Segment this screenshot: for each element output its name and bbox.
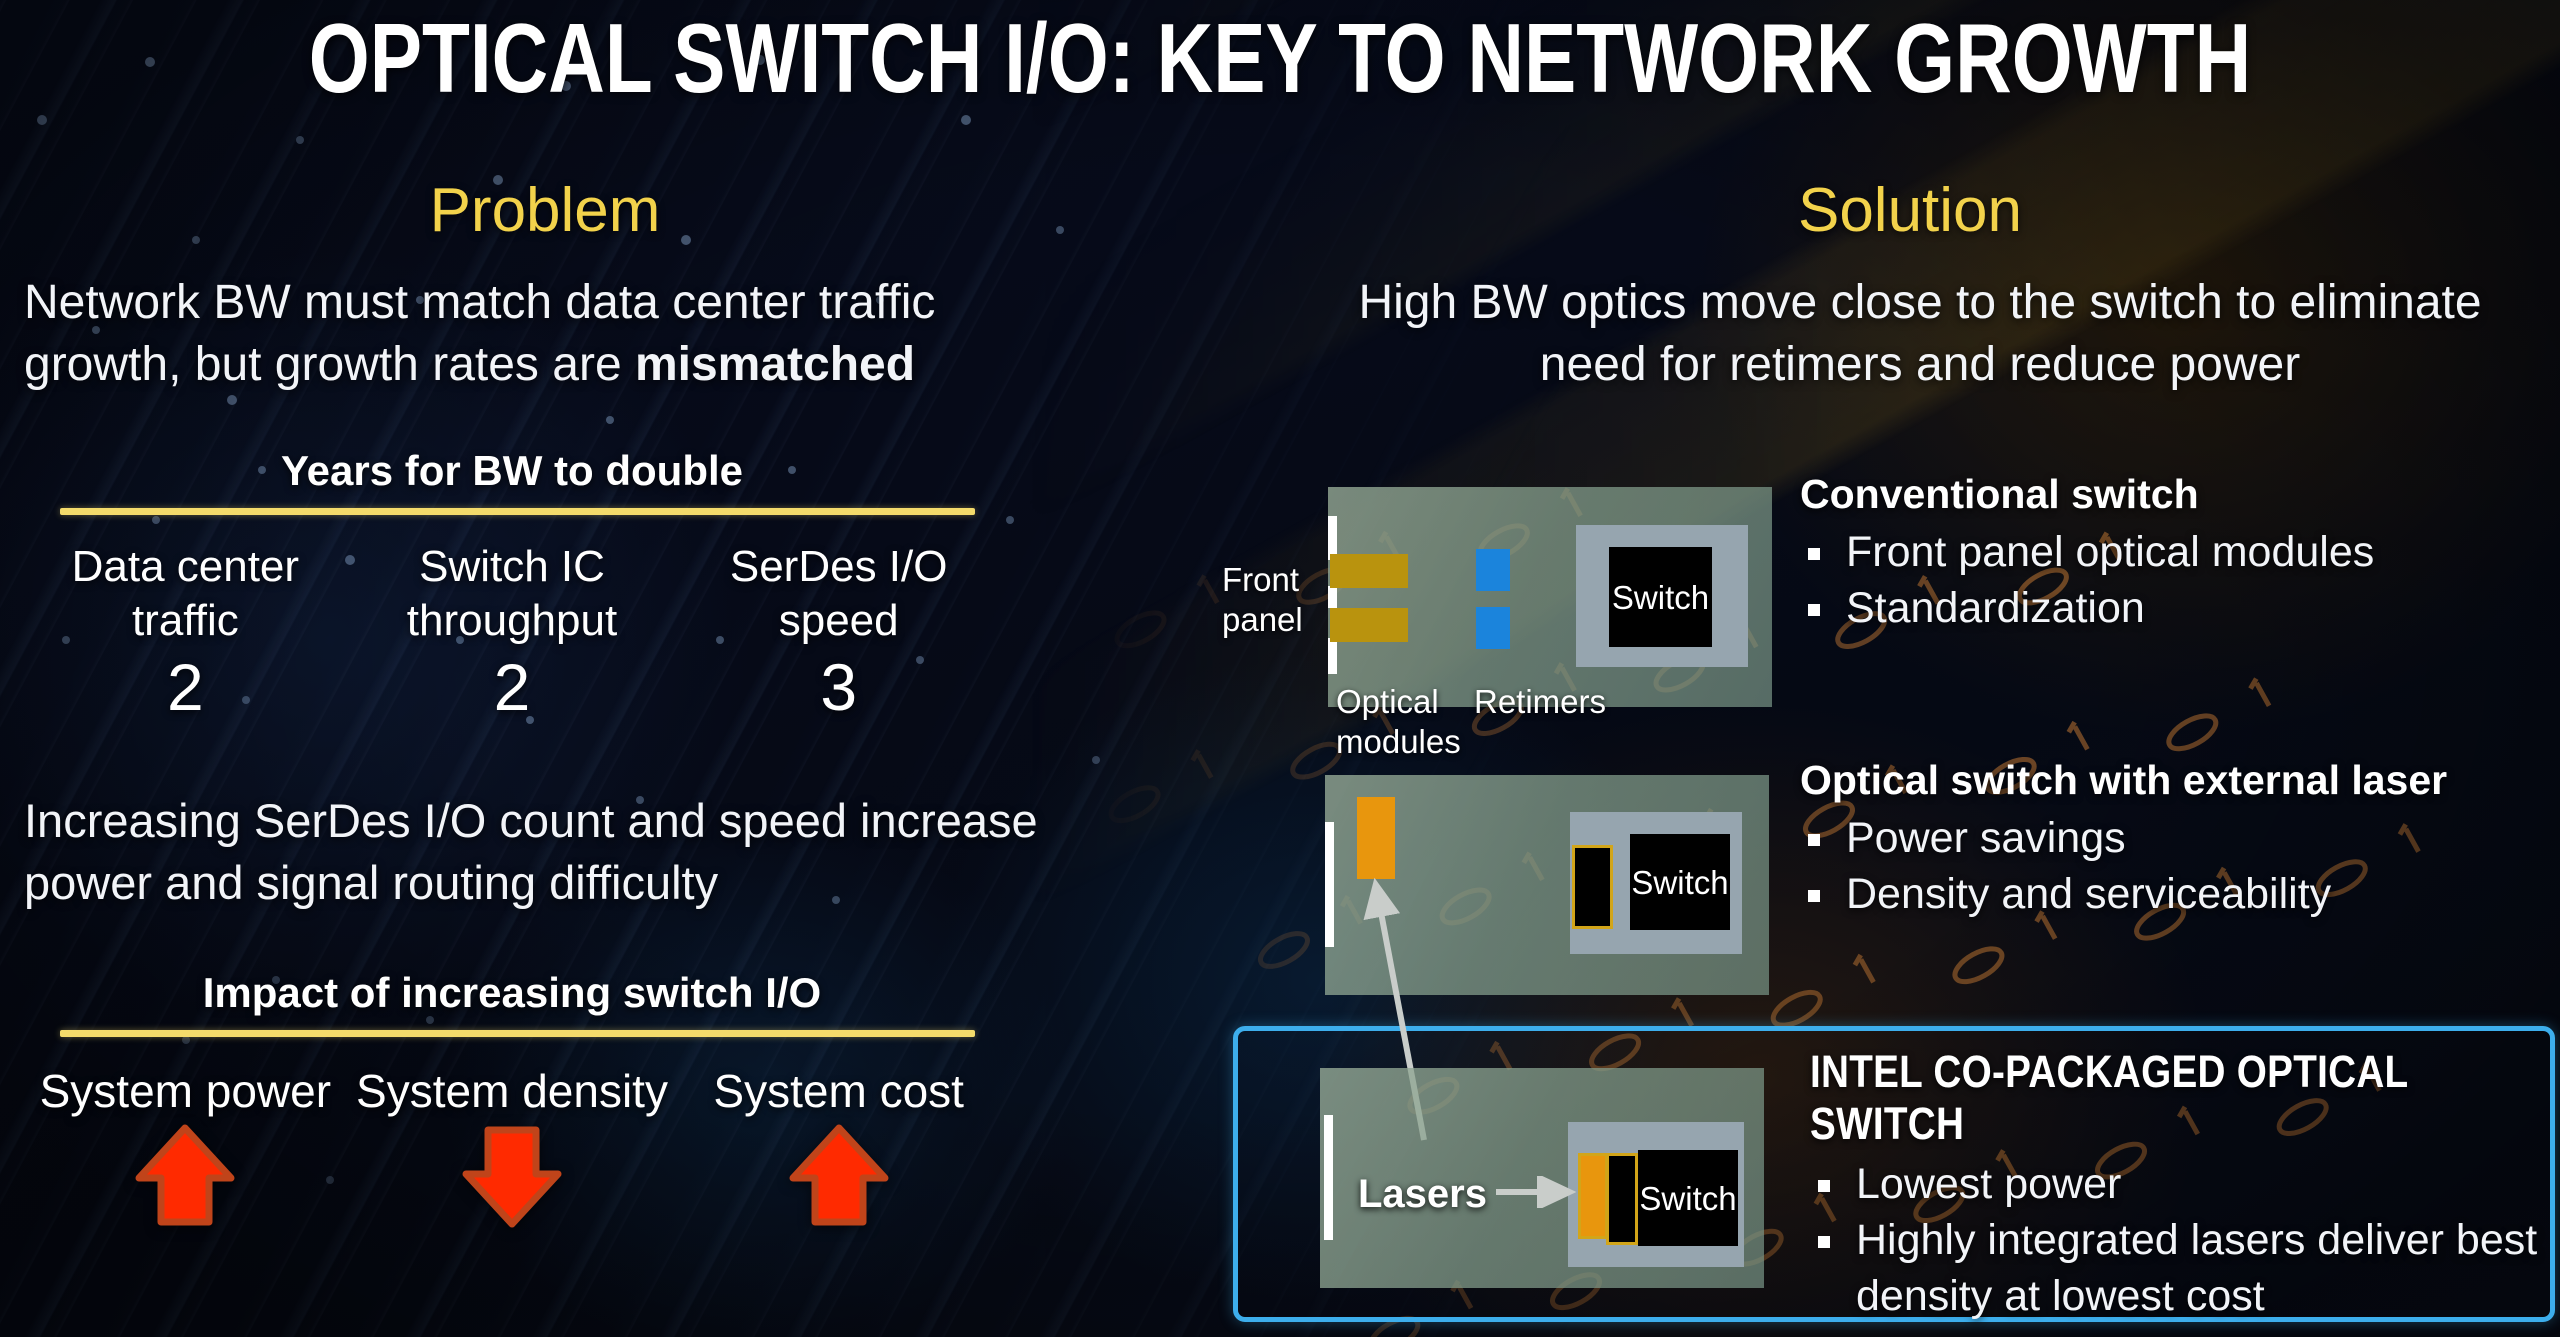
impact-metrics: System power System density System cost — [22, 1062, 1002, 1234]
callout-heading: Optical switch with external laser — [1800, 757, 2448, 803]
impact-system-power: System power — [22, 1062, 349, 1234]
metric-value: 2 — [493, 650, 531, 724]
callout-bullet: Lowest power — [1810, 1156, 2550, 1212]
front-panel-line-external — [1325, 822, 1334, 947]
front-panel-line-seg3 — [1328, 638, 1337, 674]
front-panel-line-seg2 — [1328, 586, 1337, 608]
retimer-chip-1 — [1476, 549, 1510, 591]
impact-label: System density — [356, 1065, 668, 1117]
callout-heading: Conventional switch — [1800, 471, 2199, 517]
problem-lede: Network BW must match data center traffi… — [24, 272, 1064, 396]
callout-bullet: Highly integrated lasers deliver best de… — [1810, 1212, 2550, 1324]
impact-system-density: System density — [349, 1062, 676, 1234]
impact-rule — [60, 1030, 975, 1037]
metric-data-center-traffic: Data center traffic 2 — [22, 540, 349, 724]
solution-heading: Solution — [1797, 176, 2023, 245]
front-panel-label-text: Front panel — [1222, 561, 1303, 638]
external-laser-block — [1357, 797, 1395, 879]
metric-label: Data center traffic — [71, 542, 300, 645]
switch-die-label: Switch — [1631, 863, 1729, 901]
callout-bullet: Density and serviceability — [1800, 866, 2560, 922]
callout-bullet-list: Front panel optical modules Standardizat… — [1800, 524, 2560, 636]
integrated-laser-block — [1578, 1153, 1608, 1239]
switch-die-label: Switch — [1639, 1179, 1737, 1217]
metric-switch-ic-throughput: Switch IC throughput 2 — [349, 540, 676, 724]
slide-canvas: OPTICAL SWITCH I/O: KEY TO NETWORK GROWT… — [0, 0, 2560, 1337]
callout-bullet: Standardization — [1800, 580, 2560, 636]
switch-die-co-packaged: Switch — [1638, 1150, 1738, 1246]
impact-arrow-cell — [22, 1124, 349, 1234]
slide-title: OPTICAL SWITCH I/O: KEY TO NETWORK GROWT… — [308, 3, 2252, 113]
problem-lede-emphasis: mismatched — [634, 338, 916, 391]
impact-arrow-cell — [675, 1124, 1002, 1234]
years-to-double-title: Years for BW to double — [280, 447, 744, 494]
solution-lede: High BW optics move close to the switch … — [1358, 276, 2482, 391]
impact-system-cost: System cost — [675, 1062, 1002, 1234]
metric-value: 3 — [820, 650, 858, 724]
optical-module-1 — [1330, 554, 1408, 588]
optical-modules-label: Optical modules — [1336, 683, 1461, 760]
optical-io-die-external — [1572, 845, 1613, 929]
problem-heading: Problem — [429, 176, 661, 245]
callout-bullet-list: Lowest power Highly integrated lasers de… — [1810, 1156, 2550, 1324]
metric-value: 2 — [166, 650, 204, 724]
years-to-double-rule — [60, 508, 975, 515]
callout-bullet-list: Power savings Density and serviceability — [1800, 810, 2560, 922]
front-panel-line-co-packaged — [1324, 1115, 1333, 1240]
impact-title: Impact of increasing switch I/O — [202, 969, 822, 1016]
years-to-double-metrics: Data center traffic 2 Switch IC throughp… — [22, 540, 1002, 724]
callout-bullet: Power savings — [1800, 810, 2560, 866]
switch-die-label: Switch — [1611, 578, 1710, 616]
callout-external-laser-switch: Optical switch with external laser Power… — [1800, 756, 2560, 922]
callout-conventional-switch: Conventional switch Front panel optical … — [1800, 470, 2560, 636]
impact-label: System cost — [713, 1065, 964, 1117]
arrow-down-icon — [462, 1126, 562, 1228]
optical-module-2 — [1330, 608, 1408, 642]
metric-label: Switch IC throughput — [406, 542, 618, 645]
retimer-chip-2 — [1476, 607, 1510, 649]
optical-io-die-co-packaged — [1606, 1153, 1638, 1245]
metric-label: SerDes I/O speed — [729, 542, 948, 645]
impact-label: System power — [39, 1065, 332, 1117]
switch-die-external: Switch — [1630, 834, 1730, 930]
arrow-up-icon — [789, 1124, 889, 1226]
metric-serdes-io-speed: SerDes I/O speed 3 — [675, 540, 1002, 724]
retimers-label: Retimers — [1474, 683, 1607, 720]
lasers-label: Lasers — [1358, 1172, 1487, 1216]
switch-die-conventional: Switch — [1609, 547, 1712, 647]
callout-bullet: Front panel optical modules — [1800, 524, 2560, 580]
impact-arrow-cell — [349, 1124, 676, 1234]
front-panel-label: Front panel — [1222, 560, 1322, 640]
callout-intel-co-packaged-optical-switch: INTEL CO-PACKAGED OPTICAL SWITCH Lowest … — [1810, 1046, 2550, 1324]
serdes-paragraph: Increasing SerDes I/O count and speed in… — [24, 794, 1038, 909]
arrow-up-icon — [135, 1124, 235, 1226]
callout-heading: INTEL CO-PACKAGED OPTICAL SWITCH — [1810, 1046, 2408, 1149]
